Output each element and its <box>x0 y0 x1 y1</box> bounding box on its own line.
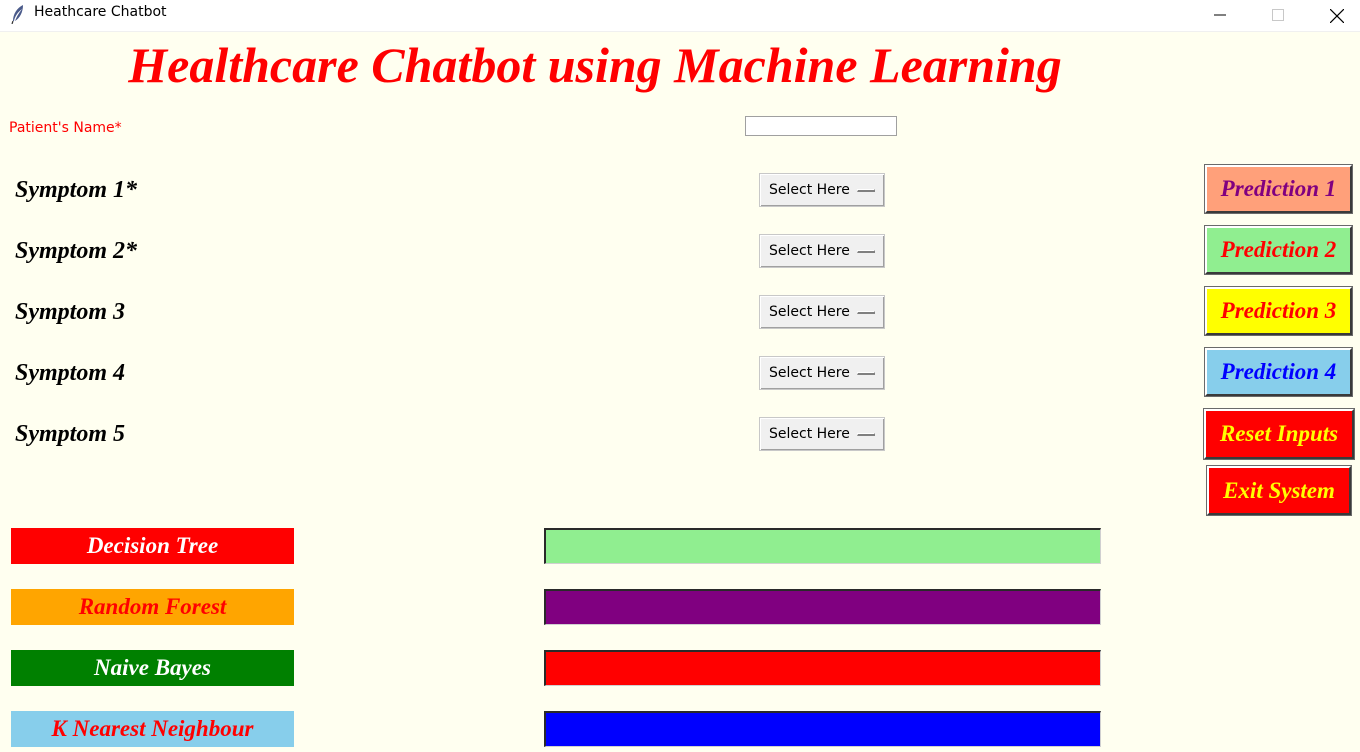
symptom-5-value: Select Here <box>769 426 850 442</box>
symptom-1-select[interactable]: Select Here <box>759 173 885 207</box>
patient-name-input[interactable] <box>745 116 897 136</box>
symptom-4-label: Symptom 4 <box>15 360 126 386</box>
close-icon <box>1330 9 1344 23</box>
symptom-5-label: Symptom 5 <box>15 421 126 447</box>
symptom-1-value: Select Here <box>769 182 850 198</box>
reset-inputs-button[interactable]: Reset Inputs <box>1203 408 1355 460</box>
dropdown-indicator-icon <box>857 250 875 253</box>
symptom-4-value: Select Here <box>769 365 850 381</box>
prediction-1-button[interactable]: Prediction 1 <box>1204 164 1353 214</box>
maximize-button[interactable] <box>1255 0 1301 30</box>
symptom-4-select[interactable]: Select Here <box>759 356 885 390</box>
symptom-5-select[interactable]: Select Here <box>759 417 885 451</box>
naive-bayes-label: Naive Bayes <box>11 650 294 686</box>
naive-bayes-result <box>544 650 1101 686</box>
symptom-3-value: Select Here <box>769 304 850 320</box>
dropdown-indicator-icon <box>857 433 875 436</box>
dropdown-indicator-icon <box>857 311 875 314</box>
window-titlebar: Heathcare Chatbot <box>0 0 1360 32</box>
random-forest-label: Random Forest <box>11 589 294 625</box>
symptom-2-select[interactable]: Select Here <box>759 234 885 268</box>
feather-icon <box>10 4 26 25</box>
window-title: Heathcare Chatbot <box>34 4 167 20</box>
maximize-icon <box>1272 9 1284 21</box>
symptom-2-value: Select Here <box>769 243 850 259</box>
knn-label: K Nearest Neighbour <box>11 711 294 747</box>
patient-name-label: Patient's Name* <box>9 120 122 136</box>
prediction-3-button[interactable]: Prediction 3 <box>1204 286 1353 336</box>
symptom-3-select[interactable]: Select Here <box>759 295 885 329</box>
dropdown-indicator-icon <box>857 189 875 192</box>
symptom-1-label: Symptom 1* <box>15 177 138 203</box>
symptom-2-label: Symptom 2* <box>15 238 138 264</box>
symptom-3-label: Symptom 3 <box>15 299 126 325</box>
decision-tree-result <box>544 528 1101 564</box>
knn-result <box>544 711 1101 747</box>
decision-tree-label: Decision Tree <box>11 528 294 564</box>
dropdown-indicator-icon <box>857 372 875 375</box>
prediction-2-button[interactable]: Prediction 2 <box>1204 225 1353 275</box>
minimize-button[interactable] <box>1197 0 1243 30</box>
exit-system-button[interactable]: Exit System <box>1206 465 1352 516</box>
minimize-icon <box>1214 14 1226 16</box>
prediction-4-button[interactable]: Prediction 4 <box>1204 347 1353 397</box>
close-button[interactable] <box>1313 0 1359 30</box>
page-title: Healthcare Chatbot using Machine Learnin… <box>128 37 1062 93</box>
random-forest-result <box>544 589 1101 625</box>
